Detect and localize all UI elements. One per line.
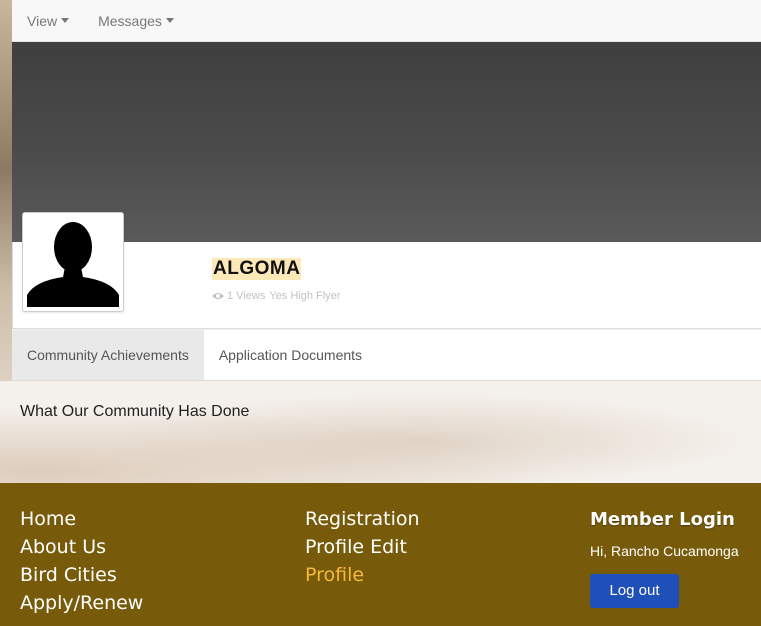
nav-messages-label: Messages [98,12,162,29]
status-badge: Yes High Flyer [269,290,341,302]
nav-view-label: View [27,12,58,29]
profile-header [12,242,761,329]
footer-link-apply[interactable]: Apply/Renew [20,589,143,617]
login-greeting: Hi, Rancho Cucamonga [590,543,739,559]
tab-content: What Our Community Has Done [0,381,761,483]
footer: Home About Us Bird Cities Apply/Renew Re… [0,483,761,626]
chevron-down-icon [165,18,174,23]
footer-link-profile[interactable]: Profile [305,561,420,589]
member-login-title: Member Login [590,509,735,530]
top-nav: View Messages [12,0,761,42]
footer-nav-col-2: Registration Profile Edit Profile [305,505,420,589]
content-heading: What Our Community Has Done [20,403,250,420]
view-count: 1 Views [227,290,266,302]
footer-link-about[interactable]: About Us [20,533,143,561]
member-login: Member Login Hi, Rancho Cucamonga Log ou… [590,505,739,608]
tab-application-documents[interactable]: Application Documents [204,330,377,380]
avatar[interactable] [22,212,124,312]
nav-view-menu[interactable]: View [27,12,70,29]
profile-meta: 1 Views Yes High Flyer [212,290,344,302]
eye-icon [212,293,224,299]
footer-nav-col-1: Home About Us Bird Cities Apply/Renew [20,505,143,617]
profile-tabs: Community Achievements Application Docum… [12,330,761,381]
footer-link-registration[interactable]: Registration [305,505,420,533]
profile-name: ALGOMA [212,258,302,280]
footer-link-home[interactable]: Home [20,505,143,533]
cover-image [12,42,761,242]
footer-link-bird-cities[interactable]: Bird Cities [20,561,143,589]
chevron-down-icon [61,18,70,23]
tab-community-achievements[interactable]: Community Achievements [12,330,204,380]
user-silhouette-icon [27,222,119,307]
nav-messages-menu[interactable]: Messages [98,13,174,29]
logout-button[interactable]: Log out [590,574,679,608]
footer-link-profile-edit[interactable]: Profile Edit [305,533,420,561]
